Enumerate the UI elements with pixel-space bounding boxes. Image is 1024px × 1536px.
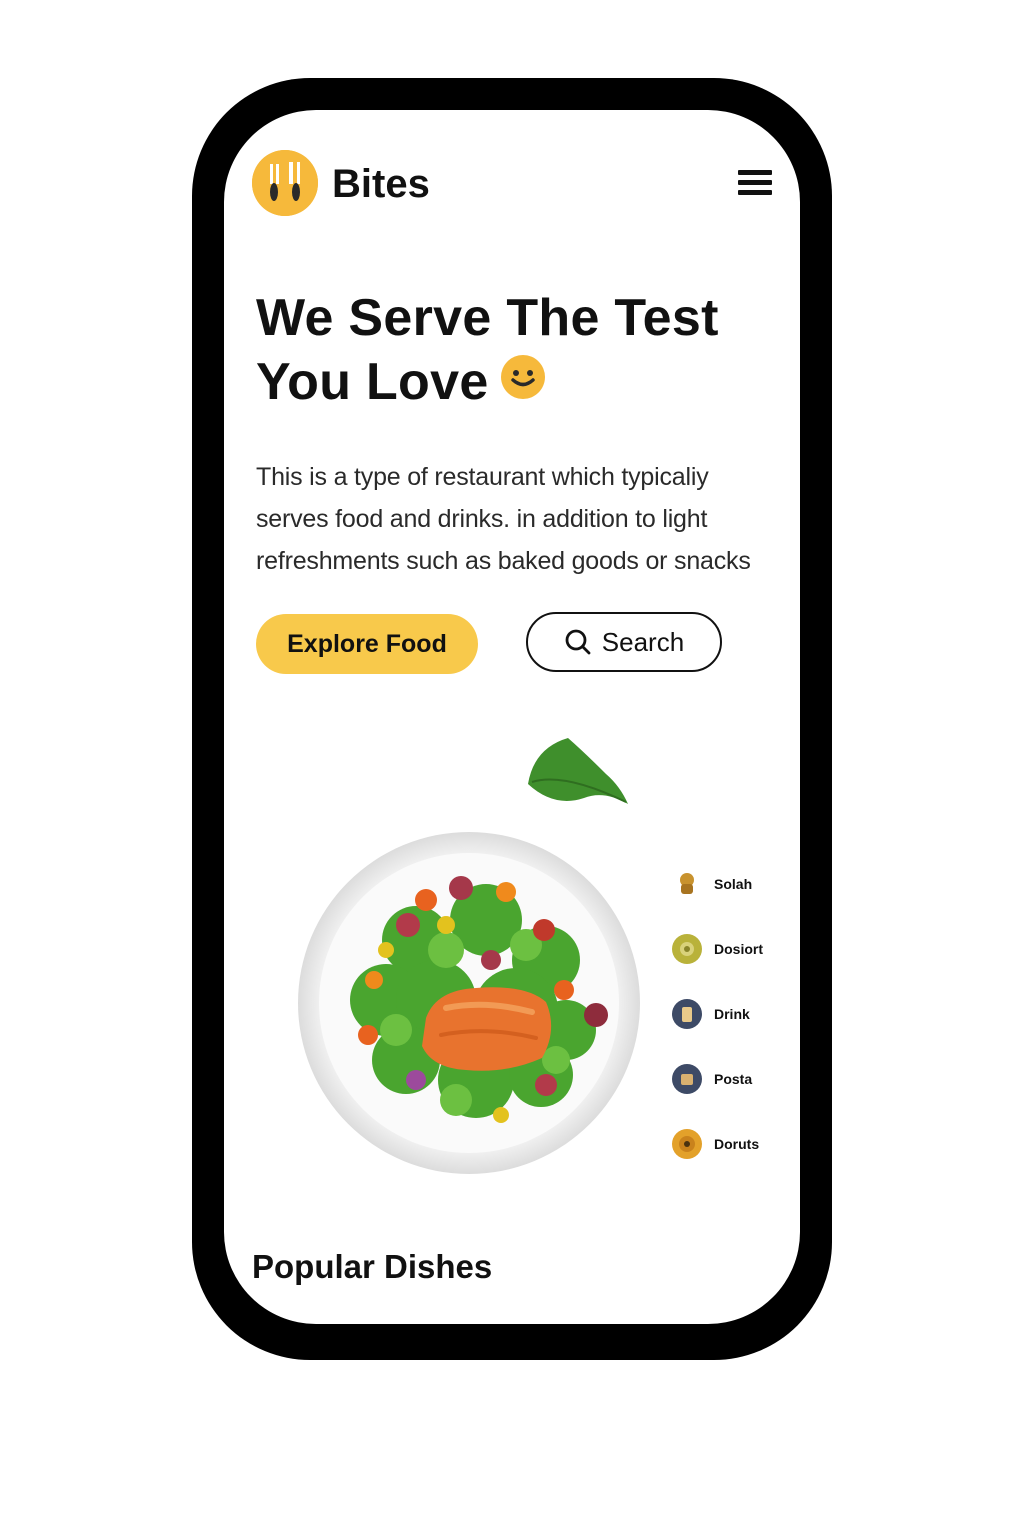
category-list: Solah Dosiort Drink Posta Doruts [672, 866, 782, 1191]
search-button-label: Search [601, 626, 685, 657]
brand-name: Bites [332, 162, 430, 206]
category-label: Dosiort [714, 941, 763, 957]
utensils-face-icon[interactable] [252, 150, 318, 216]
category-item-posta[interactable]: Posta [672, 1061, 782, 1097]
hero-title-line1: We Serve The Test [256, 289, 719, 347]
category-item-dosiort[interactable]: Dosiort [672, 931, 782, 967]
salad-plate-image [296, 830, 642, 1176]
dessert-icon [672, 934, 702, 964]
salad-icon [672, 869, 702, 899]
explore-food-button[interactable]: Explore Food [256, 614, 478, 674]
donut-icon [672, 1129, 702, 1159]
hamburger-menu-icon[interactable] [738, 170, 772, 198]
drink-icon [672, 999, 702, 1029]
search-button[interactable]: Search [526, 612, 722, 672]
category-label: Doruts [714, 1136, 760, 1152]
basil-leaf-image [524, 734, 634, 813]
category-item-doruts[interactable]: Doruts [672, 1126, 782, 1162]
hero-title-line2: You Love [256, 353, 489, 411]
hero-title: We Serve The Test You Love [256, 286, 776, 414]
category-item-drink[interactable]: Drink [672, 996, 782, 1032]
smiley-emoji-icon [500, 350, 545, 414]
pasta-icon [672, 1064, 702, 1094]
category-label: Drink [714, 1006, 750, 1022]
category-item-solah[interactable]: Solah [672, 866, 782, 902]
phone-frame: Bites We Serve The Test You Love This is … [192, 78, 832, 1360]
hero-description: This is a type of restaurant which typic… [256, 463, 751, 575]
category-label: Posta [714, 1071, 753, 1087]
search-icon [565, 629, 591, 655]
phone-screen: Bites We Serve The Test You Love This is … [224, 110, 800, 1324]
popular-dishes-heading: Popular Dishes [252, 1248, 493, 1285]
category-label: Solah [714, 876, 753, 892]
